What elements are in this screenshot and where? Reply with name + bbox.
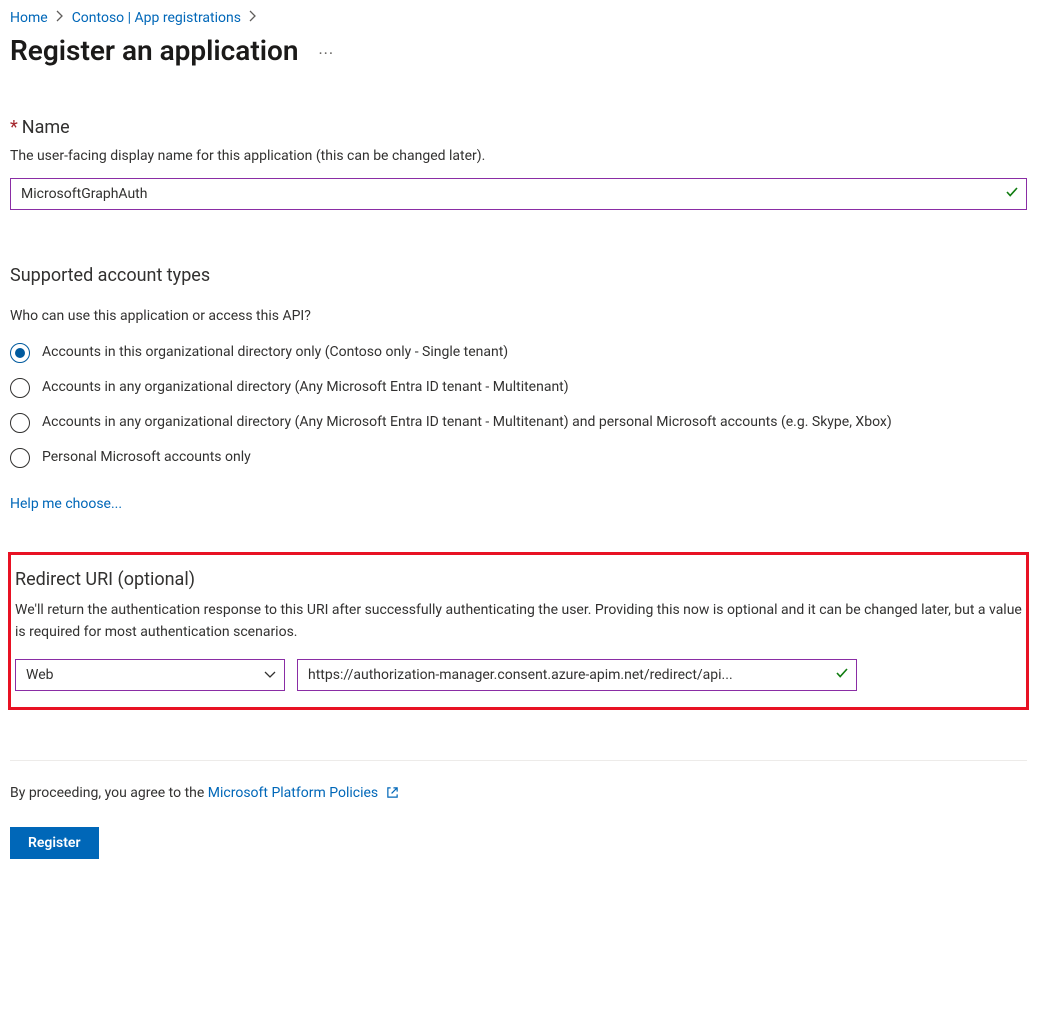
breadcrumb: Home Contoso | App registrations xyxy=(10,10,1027,26)
radio-label: Accounts in any organizational directory… xyxy=(42,377,569,397)
platform-policies-link[interactable]: Microsoft Platform Policies xyxy=(208,785,378,801)
register-button[interactable]: Register xyxy=(10,827,99,859)
radio-single-tenant[interactable]: Accounts in this organizational director… xyxy=(10,342,1027,363)
radio-icon xyxy=(10,448,30,468)
checkmark-icon xyxy=(835,666,849,684)
radio-icon xyxy=(10,343,30,363)
platform-select-value: Web xyxy=(26,667,54,683)
name-input[interactable] xyxy=(10,178,1027,210)
radio-multitenant-personal[interactable]: Accounts in any organizational directory… xyxy=(10,412,1027,433)
checkmark-icon xyxy=(1005,185,1019,203)
policies-text: By proceeding, you agree to the Microsof… xyxy=(10,785,1027,803)
more-icon[interactable]: ··· xyxy=(319,38,335,63)
account-types-question: Who can use this application or access t… xyxy=(10,308,1027,324)
external-link-icon xyxy=(386,787,399,803)
account-types-radio-group: Accounts in this organizational director… xyxy=(10,342,1027,468)
radio-personal-only[interactable]: Personal Microsoft accounts only xyxy=(10,447,1027,468)
radio-icon xyxy=(10,378,30,398)
redirect-uri-highlight: Redirect URI (optional) We'll return the… xyxy=(8,552,1029,710)
name-label: *Name xyxy=(10,117,1027,138)
platform-select[interactable]: Web xyxy=(15,659,285,691)
divider xyxy=(10,760,1027,761)
help-me-choose-link[interactable]: Help me choose... xyxy=(10,496,122,512)
redirect-uri-input[interactable] xyxy=(297,659,857,691)
radio-label: Accounts in any organizational directory… xyxy=(42,412,892,432)
breadcrumb-home[interactable]: Home xyxy=(10,10,48,26)
required-star-icon: * xyxy=(10,117,18,138)
radio-icon xyxy=(10,413,30,433)
radio-multitenant[interactable]: Accounts in any organizational directory… xyxy=(10,377,1027,398)
chevron-right-icon xyxy=(249,10,257,26)
radio-label: Accounts in this organizational director… xyxy=(42,342,508,362)
chevron-down-icon xyxy=(264,667,276,683)
chevron-right-icon xyxy=(56,10,64,26)
radio-label: Personal Microsoft accounts only xyxy=(42,447,251,467)
redirect-uri-description: We'll return the authentication response… xyxy=(15,600,1022,643)
page-title: Register an application xyxy=(10,34,299,67)
name-description: The user-facing display name for this ap… xyxy=(10,148,1027,164)
redirect-uri-heading: Redirect URI (optional) xyxy=(15,569,1022,590)
breadcrumb-app-registrations[interactable]: Contoso | App registrations xyxy=(72,10,241,26)
account-types-heading: Supported account types xyxy=(10,265,1027,286)
